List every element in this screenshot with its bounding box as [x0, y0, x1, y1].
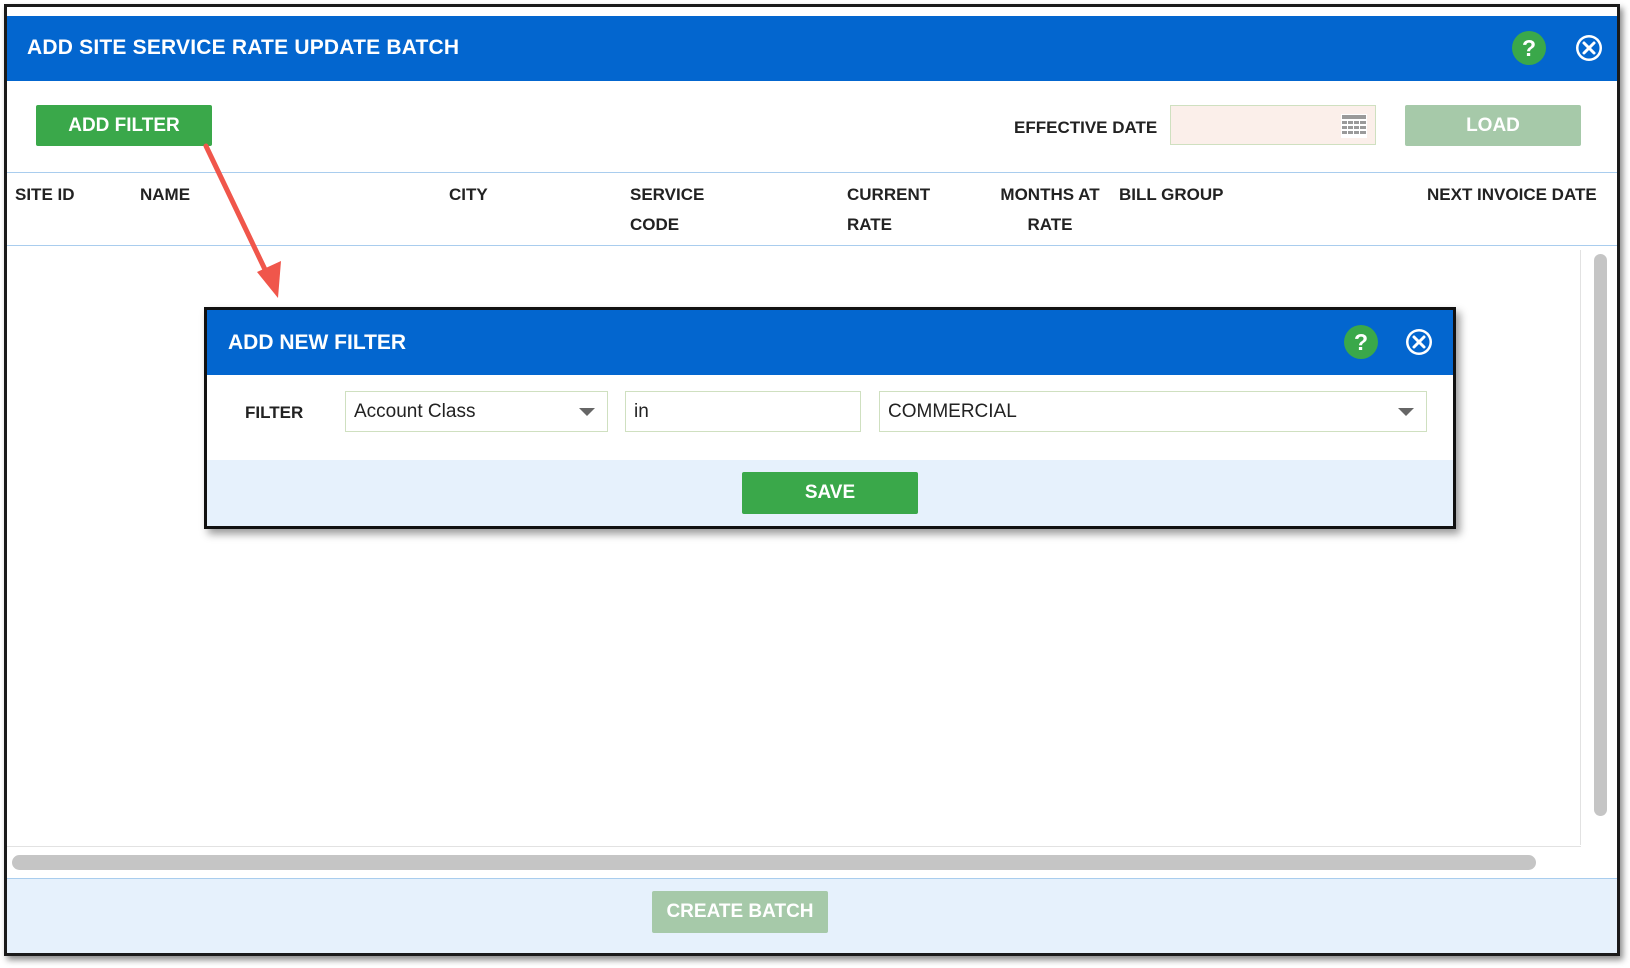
column-header-next-invoice-date[interactable]: NEXT INVOICE DATE: [1427, 180, 1597, 210]
annotation-arrow: [203, 143, 281, 298]
close-icon[interactable]: [1574, 33, 1604, 63]
add-new-filter-dialog: ADD NEW FILTER ? FILTER Account Class in…: [204, 307, 1456, 529]
column-header-site-id[interactable]: SITE ID: [15, 180, 75, 210]
effective-date-input[interactable]: [1170, 105, 1376, 145]
filter-operator-input[interactable]: in: [625, 391, 861, 432]
save-button[interactable]: SAVE: [742, 472, 918, 514]
load-button[interactable]: LOAD: [1405, 105, 1581, 146]
dialog-titlebar: ADD NEW FILTER ?: [207, 310, 1453, 375]
table-body-bottom-border: [7, 846, 1581, 847]
filter-value-select[interactable]: COMMERCIAL: [879, 391, 1427, 432]
filter-operator-value: in: [634, 401, 649, 422]
create-batch-button[interactable]: CREATE BATCH: [652, 891, 828, 933]
calendar-icon[interactable]: [1341, 114, 1367, 138]
chevron-down-icon[interactable]: [1398, 408, 1414, 416]
window-title: ADD SITE SERVICE RATE UPDATE BATCH: [27, 36, 460, 59]
filter-field-value: Account Class: [354, 401, 476, 422]
filter-label: FILTER: [245, 403, 304, 422]
vertical-scrollbar-thumb[interactable]: [1594, 254, 1607, 816]
effective-date-label: EFFECTIVE DATE: [1014, 118, 1158, 137]
help-icon[interactable]: ?: [1344, 325, 1378, 359]
column-header-name[interactable]: NAME: [140, 180, 190, 210]
dialog-title: ADD NEW FILTER: [228, 331, 407, 354]
window-titlebar: ADD SITE SERVICE RATE UPDATE BATCH ?: [7, 16, 1617, 81]
column-header-city[interactable]: CITY: [449, 180, 488, 210]
column-header-bill-group[interactable]: BILL GROUP: [1119, 180, 1224, 210]
column-header-months-at-rate[interactable]: MONTHS AT RATE: [997, 180, 1103, 240]
help-icon[interactable]: ?: [1512, 31, 1546, 65]
add-filter-button[interactable]: ADD FILTER: [36, 105, 212, 146]
horizontal-scrollbar-thumb[interactable]: [12, 855, 1536, 870]
filter-field-select[interactable]: Account Class: [345, 391, 608, 432]
close-icon[interactable]: [1404, 327, 1434, 357]
column-header-service-code[interactable]: SERVICE CODE: [630, 180, 704, 240]
column-header-current-rate[interactable]: CURRENT RATE: [847, 180, 930, 240]
chevron-down-icon[interactable]: [579, 408, 595, 416]
filter-value-value: COMMERCIAL: [888, 401, 1017, 422]
